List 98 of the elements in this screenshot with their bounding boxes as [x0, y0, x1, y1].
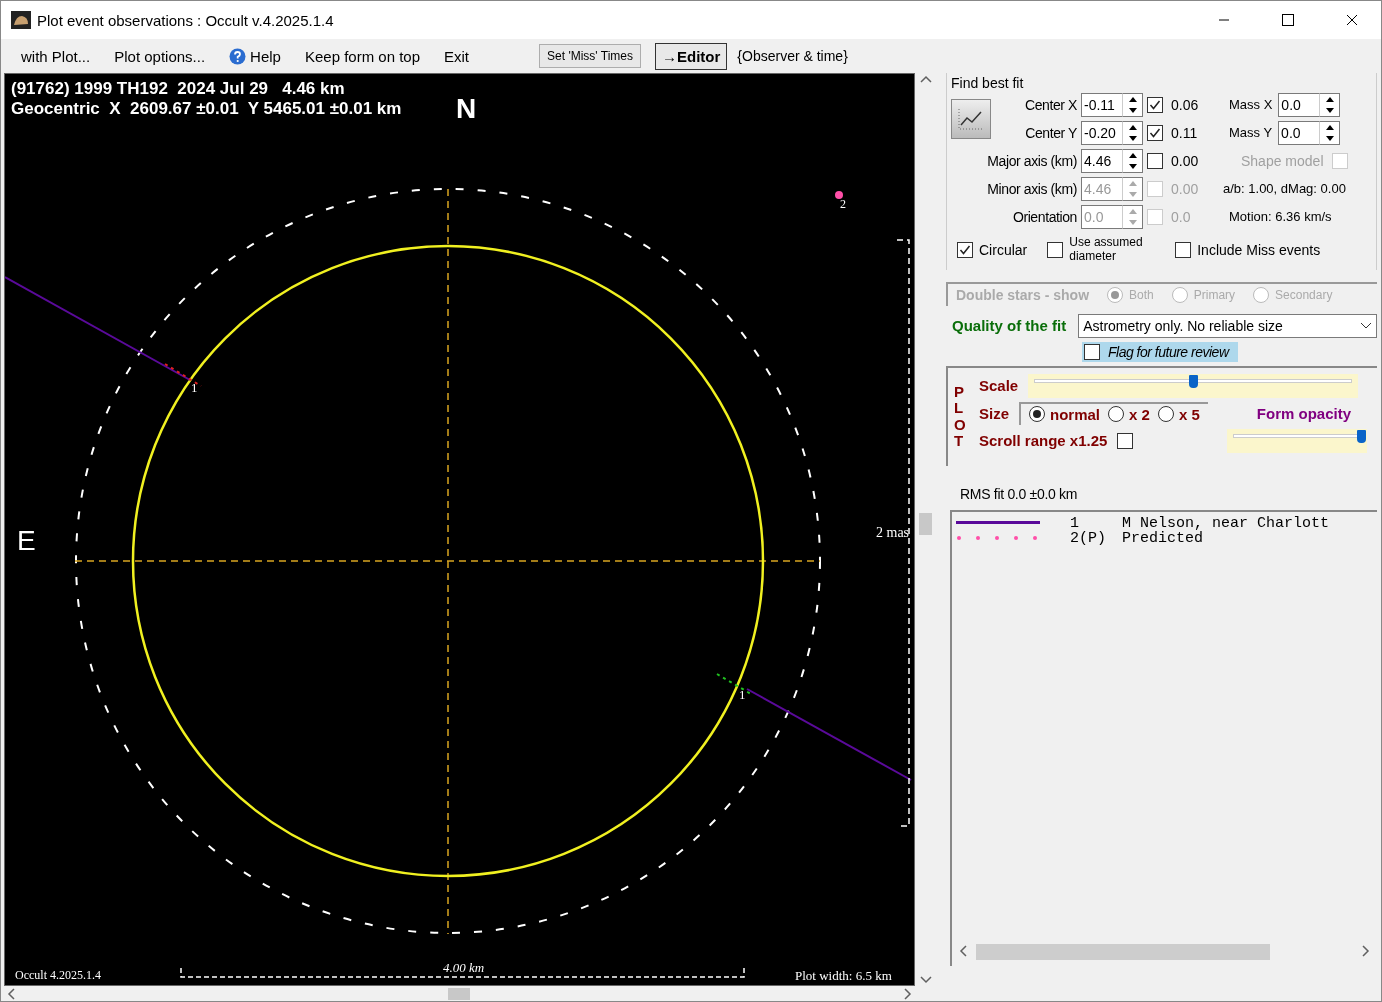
chevron-up-icon[interactable] — [920, 75, 932, 84]
param-label: Center Y — [1024, 124, 1077, 141]
param-label: Minor axis (km) — [986, 180, 1077, 197]
scale-bar-label: 4.00 km — [443, 960, 485, 975]
legend-number: 2(P) — [1070, 530, 1107, 546]
spin-field[interactable]: 4.46 — [1081, 148, 1123, 173]
scrollbar-thumb[interactable] — [448, 988, 470, 1000]
checkbox[interactable] — [957, 241, 973, 258]
checkbox[interactable] — [1175, 241, 1192, 258]
radio-label: Both — [1129, 287, 1154, 302]
checkbox[interactable] — [1047, 241, 1064, 258]
legend-number: 1 — [1070, 515, 1079, 531]
scroll-range-label: Scroll range x1.25 — [979, 432, 1108, 450]
fit-value: 0.0 — [1171, 208, 1191, 225]
double-stars-label: Double stars - show — [956, 286, 1090, 303]
close-icon — [1346, 14, 1358, 26]
legend-name: M Nelson, near Charlott — [1122, 515, 1330, 531]
radio-label: Secondary — [1275, 287, 1333, 302]
option-label: Include Miss events — [1197, 241, 1321, 258]
option-label: Circular — [979, 241, 1028, 258]
plot-width-label: Plot width: 6.5 km — [795, 968, 892, 983]
menu-item[interactable]: Exit — [434, 43, 480, 69]
spin-buttons[interactable] — [1123, 92, 1143, 117]
version-label: Occult 4.2025.1.4 — [15, 968, 101, 982]
form-opacity-label: Form opacity — [1256, 404, 1351, 422]
best-fit-button[interactable] — [951, 98, 991, 139]
editor-button[interactable]: →Editor — [655, 42, 728, 70]
set-miss-times-button[interactable]: Set 'Miss' Times — [539, 44, 641, 68]
slider-thumb[interactable] — [1189, 374, 1199, 388]
fit-value: 0.06 — [1171, 96, 1199, 113]
fit-value: 0.11 — [1171, 124, 1198, 141]
motion-text: Motion: 6.36 km/s — [1229, 209, 1333, 224]
radio-button[interactable] — [1108, 406, 1125, 423]
spin-buttons[interactable] — [1320, 120, 1341, 145]
menu-item[interactable]: Help — [219, 43, 291, 69]
mass-label: Mass Y — [1229, 125, 1273, 140]
fit-value: 0.00 — [1171, 152, 1199, 169]
size-option-label: normal — [1050, 405, 1101, 423]
checkbox[interactable] — [1117, 432, 1134, 449]
spin-buttons[interactable] — [1123, 148, 1143, 173]
chevron-left-icon[interactable] — [7, 987, 16, 1000]
chevron-down-icon[interactable] — [920, 975, 932, 984]
chevron-down-icon — [1360, 321, 1372, 330]
checkbox[interactable] — [1147, 96, 1163, 113]
chevron-left-icon[interactable] — [959, 944, 968, 957]
radio-button[interactable] — [1029, 406, 1045, 423]
scrollbar-thumb[interactable] — [976, 943, 1270, 960]
east-label: E — [17, 525, 36, 556]
rms-fit-text: RMS fit 0.0 ±0.0 km — [960, 485, 1079, 502]
mass-label: Mass X — [1229, 97, 1273, 112]
slider-thumb[interactable] — [1357, 429, 1367, 443]
chevron-right-icon[interactable] — [1361, 944, 1370, 957]
checkbox[interactable] — [1147, 152, 1163, 169]
opacity-slider[interactable] — [1227, 428, 1368, 453]
radio-label: Primary — [1193, 287, 1236, 302]
shape-model-label: Shape model — [1241, 152, 1324, 169]
flag-label: Flag for future review — [1108, 343, 1229, 360]
ratio-text: a/b: 1.00, dMag: 0.00 — [1223, 181, 1347, 196]
scale-label: Scale — [979, 377, 1019, 395]
plot-group-title: PLOT — [954, 383, 967, 452]
size-label: Size — [979, 404, 1009, 422]
size-option-label: x 5 — [1178, 405, 1200, 423]
spin-buttons[interactable] — [1123, 120, 1143, 145]
chord-label: 1 — [191, 380, 198, 395]
spin-field[interactable]: -0.11 — [1081, 92, 1123, 117]
observer-label: {Observer & time} — [737, 48, 848, 64]
param-label: Major axis (km) — [986, 152, 1077, 169]
app-icon — [11, 11, 31, 29]
window-title: Plot event observations : Occult v.4.2025.1.4 — [37, 11, 335, 29]
marker-label: 2 — [840, 197, 846, 211]
param-label: Orientation — [1011, 208, 1077, 225]
radio-button[interactable] — [1157, 406, 1174, 423]
spin-buttons[interactable] — [1320, 92, 1341, 117]
north-label: N — [456, 93, 477, 124]
spin-field[interactable]: 0.0 — [1278, 120, 1321, 145]
chevron-right-icon[interactable] — [903, 987, 912, 1000]
legend-name: Predicted — [1122, 530, 1203, 546]
quality-label: Quality of the fit — [952, 317, 1067, 335]
fit-title: Find best fit — [951, 75, 1024, 91]
checkbox[interactable] — [1084, 343, 1100, 360]
menu-item[interactable]: with Plot... — [11, 43, 101, 69]
chord-label: 1 — [739, 687, 746, 702]
scale-slider[interactable] — [1028, 373, 1359, 398]
menu-item[interactable]: Keep form on top — [294, 43, 431, 69]
fit-value: 0.00 — [1171, 180, 1199, 197]
spin-field[interactable]: 0.0 — [1278, 92, 1321, 117]
size-option-label: x 2 — [1129, 405, 1150, 423]
spin-field[interactable]: -0.20 — [1081, 120, 1123, 145]
maximize-icon — [1282, 14, 1294, 26]
option-label: Use assumed diameter — [1069, 236, 1144, 264]
scrollbar-thumb[interactable] — [919, 513, 932, 535]
quality-dropdown[interactable]: Astrometry only. No reliable size — [1078, 313, 1377, 338]
menu-item[interactable]: Plot options... — [104, 43, 216, 69]
scale-label: 2 mas — [876, 525, 910, 540]
param-label: Center X — [1023, 96, 1077, 113]
chart-icon — [957, 106, 985, 131]
checkbox[interactable] — [1147, 124, 1163, 141]
header-text: (91762) 1999 TH192 2024 Jul 29 4.46 km Geocentric X 2609.67 ±0.01 Y 5465.01 ±0.01 km — [11, 79, 402, 118]
